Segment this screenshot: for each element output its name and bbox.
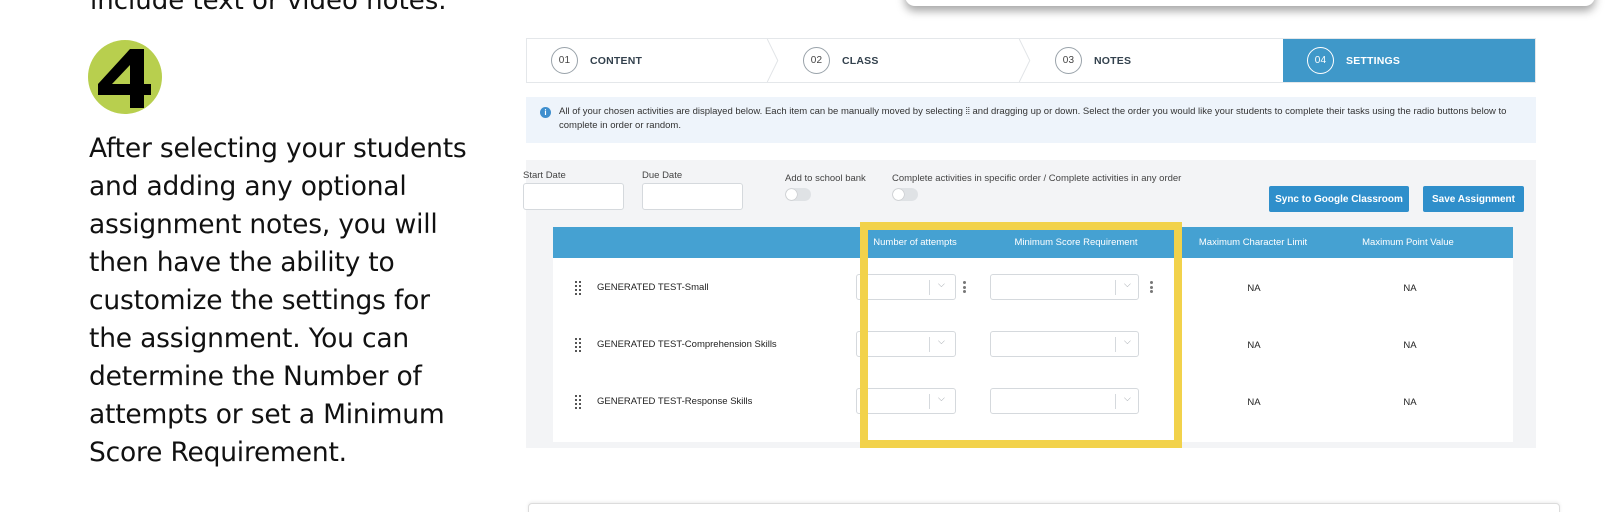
- drag-handle-icon[interactable]: [575, 395, 581, 409]
- wizard-stepper: 01 CONTENT 02 CLASS 03 NOTES 04 SETTINGS: [526, 38, 1536, 83]
- step-number: 02: [803, 47, 830, 74]
- drag-handle-icon[interactable]: [575, 281, 581, 295]
- order-toggle[interactable]: [892, 188, 918, 201]
- step-content[interactable]: 01 CONTENT: [527, 39, 779, 82]
- school-bank-toggle[interactable]: [785, 188, 811, 201]
- step-number: 04: [1307, 47, 1334, 74]
- step-label: CLASS: [842, 54, 879, 67]
- due-date-input[interactable]: [642, 183, 743, 210]
- number-four-icon: [98, 49, 151, 108]
- max-point-value: NA: [1403, 397, 1417, 408]
- previous-step-text: include text or video notes.: [90, 0, 447, 16]
- max-point-value: NA: [1403, 283, 1417, 294]
- step-number-badge: [88, 40, 162, 114]
- activity-name: GENERATED TEST-Small: [597, 282, 709, 293]
- drag-handle-icon[interactable]: [575, 338, 581, 352]
- max-character-value: NA: [1247, 283, 1261, 294]
- col-max-character-limit: Maximum Character Limit: [1198, 237, 1308, 248]
- start-date-input[interactable]: [523, 183, 624, 210]
- info-icon: i: [540, 107, 551, 118]
- next-card: [528, 503, 1560, 512]
- sync-google-classroom-button[interactable]: Sync to Google Classroom: [1269, 186, 1409, 212]
- step-notes[interactable]: 03 NOTES: [1031, 39, 1283, 82]
- due-date-label: Due Date: [642, 170, 683, 181]
- activity-name: GENERATED TEST-Response Skills: [597, 396, 753, 407]
- instructions-text: After selecting your students and adding…: [89, 133, 467, 468]
- school-bank-label: Add to school bank: [785, 173, 866, 184]
- notice-text: All of your chosen activities are displa…: [559, 106, 1507, 131]
- previous-card: [905, 0, 1595, 6]
- start-date-label: Start Date: [523, 170, 566, 181]
- step-settings[interactable]: 04 SETTINGS: [1283, 39, 1535, 82]
- col-max-point-value: Maximum Point Value: [1362, 237, 1454, 248]
- order-label: Complete activities in specific order / …: [892, 173, 1182, 184]
- chevron-divider-icon: [766, 39, 779, 82]
- step-label: SETTINGS: [1346, 54, 1401, 67]
- step-number: 03: [1055, 47, 1082, 74]
- max-point-value: NA: [1403, 340, 1417, 351]
- step-label: CONTENT: [590, 54, 643, 67]
- max-character-value: NA: [1247, 340, 1261, 351]
- save-assignment-button[interactable]: Save Assignment: [1423, 186, 1524, 212]
- step-label: NOTES: [1094, 54, 1132, 67]
- max-character-value: NA: [1247, 397, 1261, 408]
- highlight-box: [860, 222, 1182, 448]
- activity-name: GENERATED TEST-Comprehension Skills: [597, 339, 777, 350]
- step-class[interactable]: 02 CLASS: [779, 39, 1031, 82]
- chevron-divider-icon: [1018, 39, 1031, 82]
- info-notice: i All of your chosen activities are disp…: [526, 97, 1536, 143]
- step-number: 01: [551, 47, 578, 74]
